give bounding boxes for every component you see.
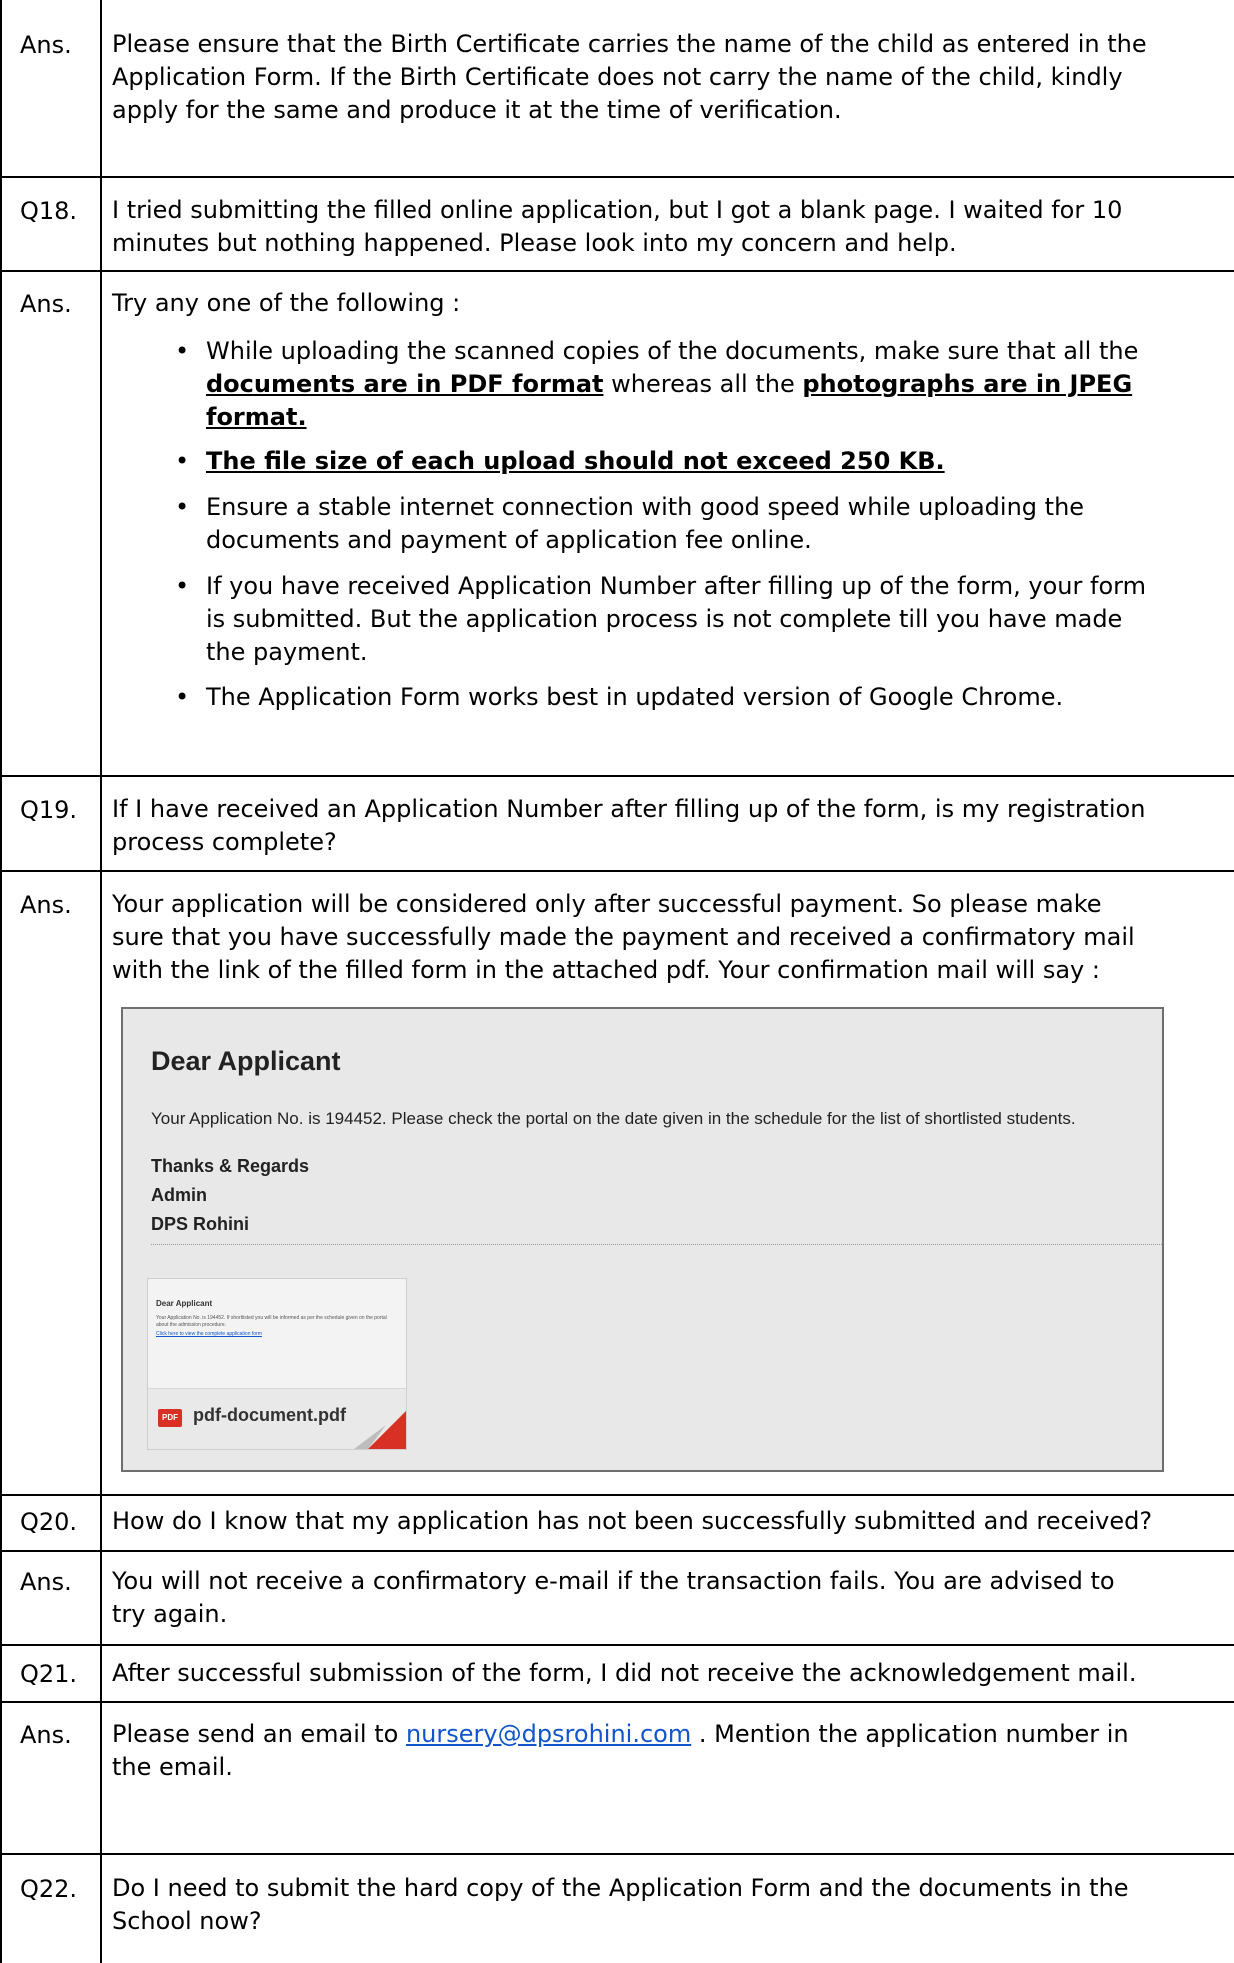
row-label: Ans. <box>20 290 72 318</box>
answer-intro: Try any one of the following : <box>112 289 461 317</box>
emphasis-text: documents are in PDF format <box>206 370 604 398</box>
question-label: Q20. <box>20 1508 78 1536</box>
table-border-left <box>0 0 2 1963</box>
question-label: Q18. <box>20 197 78 225</box>
bullet-text: Ensure a stable internet connection with… <box>206 493 1085 521</box>
bullet-text: format. <box>206 401 1206 434</box>
row-divider <box>0 270 1234 272</box>
bullet-icon: • <box>175 572 190 600</box>
mail-signoff: Admin <box>151 1185 207 1205</box>
page-fold-icon <box>354 1411 406 1449</box>
bullet-text: While uploading the scanned copies of th… <box>206 337 1139 365</box>
bullet-text: The Application Form works best in updat… <box>206 683 1064 711</box>
answer-text: with the link of the filled form in the … <box>112 956 1100 984</box>
row-divider <box>0 870 1234 872</box>
mail-separator <box>151 1244 1162 1245</box>
answer-text: Application Form. If the Birth Certifica… <box>112 63 1123 91</box>
confirmation-mail-screenshot: Dear Applicant Your Application No. is 1… <box>121 1007 1164 1472</box>
mail-signoff: Thanks & Regards <box>151 1156 310 1176</box>
question-text: minutes but nothing happened. Please loo… <box>112 229 957 257</box>
answer-text: apply for the same and produce it at the… <box>112 96 842 124</box>
bullet-icon: • <box>175 683 190 711</box>
attachment-preview-link: Click here to view the complete applicat… <box>156 1331 262 1337</box>
row-divider <box>0 176 1234 178</box>
question-label: Q21. <box>20 1660 78 1688</box>
question-text: process complete? <box>112 828 337 856</box>
answer-text-part: Please send an email to <box>112 1720 406 1748</box>
bullet-icon: • <box>175 493 190 521</box>
row-label: Ans. <box>20 891 72 919</box>
table-column-divider <box>100 0 102 1963</box>
question-text: Do I need to submit the hard copy of the… <box>112 1874 1129 1902</box>
bullet-text: is submitted. But the application proces… <box>206 605 1123 633</box>
question-text: If I have received an Application Number… <box>112 795 1146 823</box>
emphasis-text: The file size of each upload should not … <box>206 447 945 475</box>
answer-text: Please send an email to nursery@dpsrohin… <box>112 1718 1212 1751</box>
mail-title: Dear Applicant <box>151 1046 341 1076</box>
answer-text: try again. <box>112 1600 228 1628</box>
row-divider <box>0 1494 1234 1496</box>
attachment-preview-body: Your Application No. is 194452. If short… <box>156 1315 387 1328</box>
attachment-filename: pdf-document.pdf <box>193 1405 346 1425</box>
question-label: Q22. <box>20 1875 78 1903</box>
pdf-icon: PDF <box>158 1409 182 1427</box>
emphasis-text: format. <box>206 403 307 431</box>
bullet-text: documents and payment of application fee… <box>206 526 812 554</box>
question-text: How do I know that my application has no… <box>112 1507 1153 1535</box>
row-label: Ans. <box>20 31 72 59</box>
row-divider <box>0 775 1234 777</box>
attachment-card[interactable]: Dear Applicant Your Application No. is 1… <box>147 1278 407 1450</box>
question-text: After successful submission of the form,… <box>112 1659 1137 1687</box>
row-divider <box>0 1550 1234 1552</box>
answer-text-part: . Mention the application number in <box>691 1720 1129 1748</box>
answer-text: the email. <box>112 1753 233 1781</box>
bullet-text: documents are in PDF format whereas all … <box>206 368 1206 401</box>
answer-text: You will not receive a confirmatory e-ma… <box>112 1567 1115 1595</box>
question-label: Q19. <box>20 796 78 824</box>
emphasis-text: photographs are in JPEG <box>802 370 1133 398</box>
bullet-text: If you have received Application Number … <box>206 572 1146 600</box>
mail-message: Your Application No. is 194452. Please c… <box>151 1109 1076 1128</box>
question-text: School now? <box>112 1907 262 1935</box>
question-text: I tried submitting the filled online app… <box>112 196 1123 224</box>
mail-signoff: DPS Rohini <box>151 1214 249 1234</box>
row-divider <box>0 1644 1234 1646</box>
row-label: Ans. <box>20 1721 72 1749</box>
row-label: Ans. <box>20 1568 72 1596</box>
answer-text: sure that you have successfully made the… <box>112 923 1135 951</box>
answer-text: Please ensure that the Birth Certificate… <box>112 30 1147 58</box>
faq-page: Ans. Please ensure that the Birth Certif… <box>0 0 1234 1963</box>
bullet-icon: • <box>175 447 190 475</box>
bullet-icon: • <box>175 337 190 365</box>
row-divider <box>0 1701 1234 1703</box>
answer-text: Your application will be considered only… <box>112 890 1102 918</box>
bullet-text-part: whereas all the <box>603 370 803 398</box>
row-divider <box>0 1853 1234 1855</box>
bullet-text: The file size of each upload should not … <box>206 445 1206 478</box>
attachment-preview-title: Dear Applicant <box>156 1299 213 1308</box>
email-link[interactable]: nursery@dpsrohini.com <box>406 1720 691 1748</box>
bullet-text: the payment. <box>206 638 368 666</box>
attachment-footer: PDF pdf-document.pdf <box>148 1388 406 1449</box>
